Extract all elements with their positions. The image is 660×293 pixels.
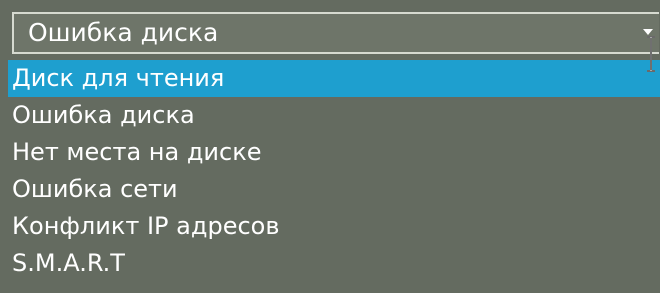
dropdown-option[interactable]: Ошибка диска [8,97,660,134]
dropdown-selected-value: Ошибка диска [28,18,219,47]
dropdown-option[interactable]: Нет места на диске [8,134,660,171]
text-cursor-icon [646,36,656,72]
dropdown-option[interactable]: Ошибка сети [8,171,660,208]
chevron-down-icon[interactable] [643,29,653,35]
dropdown-option[interactable]: S.M.A.R.T [8,245,660,282]
dropdown-selected-field[interactable]: Ошибка диска [12,12,659,54]
dropdown-options-list: Диск для чтения Ошибка диска Нет места н… [8,60,660,282]
dropdown-option[interactable]: Конфликт IP адресов [8,208,660,245]
event-type-dropdown[interactable]: Ошибка диска Диск для чтения Ошибка диск… [8,8,660,293]
dropdown-option[interactable]: Диск для чтения [8,60,660,97]
